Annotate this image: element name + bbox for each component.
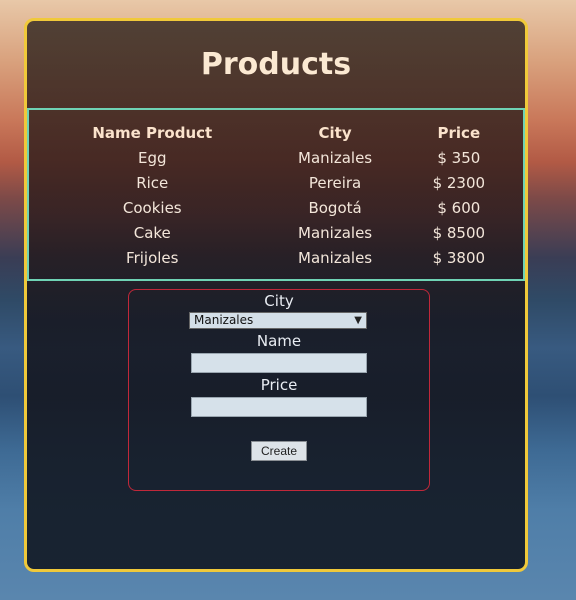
chevron-down-icon: ▼ [354,315,362,326]
cell-price: $ 600 [437,198,481,217]
products-table: Name Product City Price Egg Manizales $ … [29,120,523,270]
page-title: Products [200,47,352,82]
table-header-row: Name Product City Price [29,120,523,145]
cell-price: $ 8500 [432,223,486,242]
header-name-product: Name Product [92,123,213,142]
cell-price: $ 2300 [432,173,486,192]
create-product-form: City Manizales ▼ Name Price Create [128,289,430,491]
cell-city: Manizales [298,148,373,167]
cell-name: Cake [133,223,171,242]
products-table-container: Name Product City Price Egg Manizales $ … [27,108,525,281]
cell-city: Pereira [308,173,362,192]
cell-name: Cookies [122,198,182,217]
table-row: Cookies Bogotá $ 600 [29,195,523,220]
header-price: Price [437,123,481,142]
cell-name: Egg [137,148,167,167]
cell-city: Manizales [298,248,373,267]
table-row: Rice Pereira $ 2300 [29,170,523,195]
cell-city: Bogotá [308,198,362,217]
name-label: Name [256,332,302,350]
cell-price: $ 350 [437,148,481,167]
cell-price: $ 3800 [432,248,486,267]
products-card: Products Name Product City Price Egg Man… [24,18,528,572]
table-row: Frijoles Manizales $ 3800 [29,245,523,270]
city-select-value: Manizales [194,313,254,327]
cell-name: Rice [136,173,169,192]
price-label: Price [260,376,298,394]
price-input[interactable] [191,397,367,417]
city-select[interactable]: Manizales ▼ [189,312,367,329]
city-label: City [264,292,294,310]
name-input[interactable] [191,353,367,373]
table-row: Egg Manizales $ 350 [29,145,523,170]
table-row: Cake Manizales $ 8500 [29,220,523,245]
cell-name: Frijoles [126,248,179,267]
header-city: City [318,123,352,142]
cell-city: Manizales [298,223,373,242]
create-button[interactable]: Create [251,441,307,461]
